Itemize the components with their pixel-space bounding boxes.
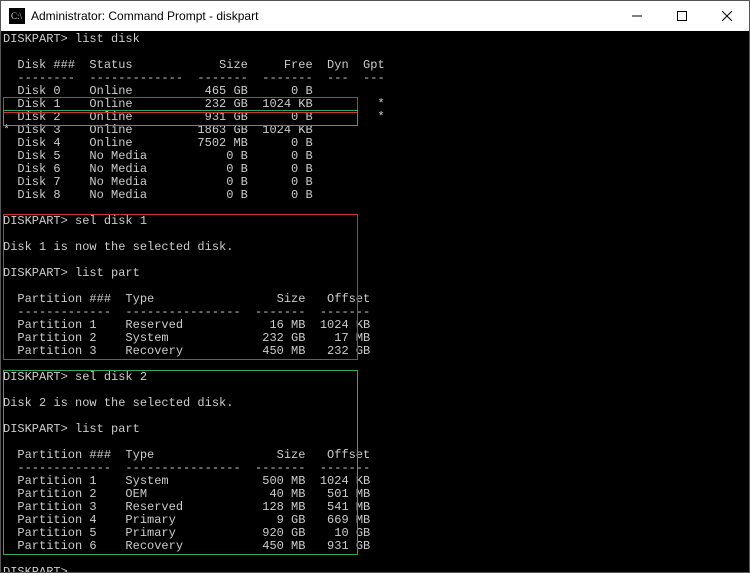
terminal-line: Partition 6 Recovery 450 MB 931 GB: [3, 540, 747, 553]
cmd-icon: C:\: [9, 8, 25, 24]
titlebar: C:\ Administrator: Command Prompt - disk…: [1, 1, 749, 31]
terminal-line: [3, 553, 747, 566]
terminal-line: Disk 1 is now the selected disk.: [3, 241, 747, 254]
terminal-line: DISKPART> list disk: [3, 33, 747, 46]
terminal-line: DISKPART> sel disk 1: [3, 215, 747, 228]
terminal-line: Partition 3 Recovery 450 MB 232 GB: [3, 345, 747, 358]
terminal-line: Disk 2 is now the selected disk.: [3, 397, 747, 410]
terminal-line: DISKPART> sel disk 2: [3, 371, 747, 384]
terminal-line: Disk 8 No Media 0 B 0 B: [3, 189, 747, 202]
window-title: Administrator: Command Prompt - diskpart: [31, 9, 614, 23]
terminal-output[interactable]: DISKPART> list disk Disk ### Status Size…: [1, 31, 749, 572]
window-controls: [614, 1, 749, 31]
svg-text:C:\: C:\: [11, 11, 23, 21]
terminal-line: DISKPART> list part: [3, 267, 747, 280]
terminal-line: DISKPART> list part: [3, 423, 747, 436]
minimize-button[interactable]: [614, 1, 659, 31]
command-prompt-window: C:\ Administrator: Command Prompt - disk…: [0, 0, 750, 573]
maximize-button[interactable]: [659, 1, 704, 31]
terminal-line: DISKPART>: [3, 566, 747, 572]
close-button[interactable]: [704, 1, 749, 31]
